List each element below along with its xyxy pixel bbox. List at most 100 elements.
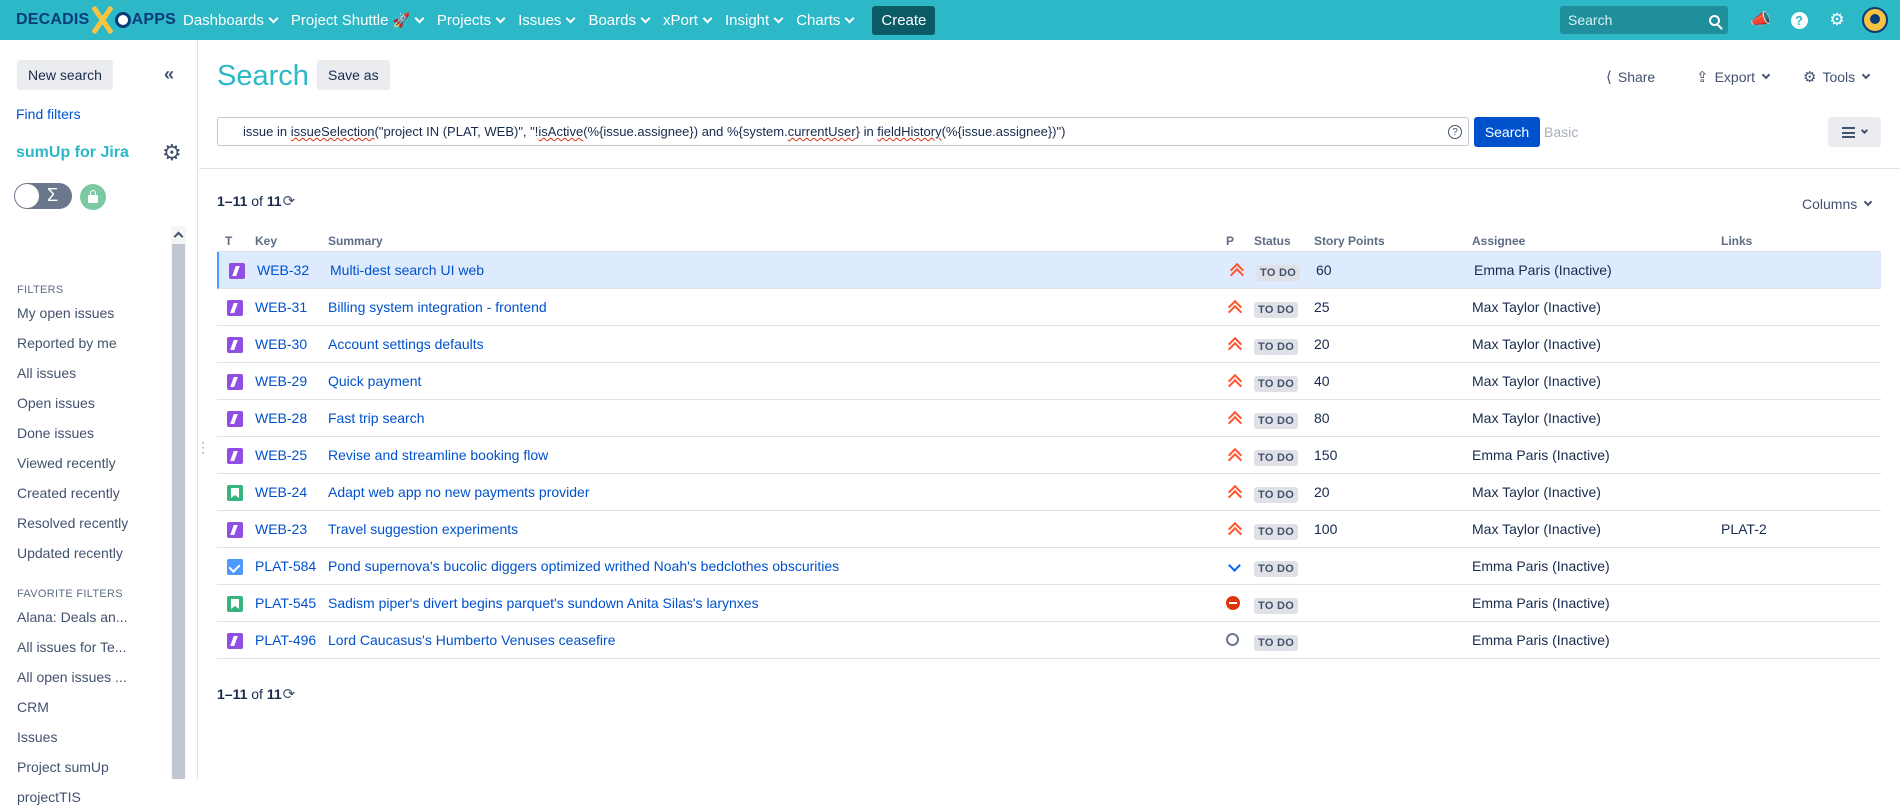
table-row[interactable]: WEB-29 Quick payment TO DO 40 Max Taylor (In… (217, 363, 1881, 400)
save-as-button[interactable]: Save as (317, 60, 390, 90)
sum-toggle[interactable]: Σ (14, 183, 72, 209)
tools-button[interactable]: ⚙ Tools (1803, 68, 1871, 86)
issue-key-link[interactable]: WEB-29 (255, 373, 307, 389)
share-button[interactable]: ⟨ Share (1606, 68, 1655, 86)
collapse-sidebar-icon[interactable]: « (164, 65, 174, 83)
issue-summary-link[interactable]: Adapt web app no new payments provider (328, 484, 590, 500)
issue-key-link[interactable]: WEB-28 (255, 410, 307, 426)
avatar[interactable] (1862, 7, 1888, 33)
jql-text: issueSelection (290, 124, 375, 139)
search-button[interactable]: Search (1474, 117, 1540, 147)
table-row[interactable]: PLAT-496 Lord Caucasus's Humberto Venuses… (217, 622, 1881, 659)
filter-reported-by-me[interactable]: Reported by me (17, 335, 117, 351)
issue-summary-link[interactable]: Quick payment (328, 373, 421, 389)
filter-done-issues[interactable]: Done issues (17, 425, 94, 441)
refresh-icon[interactable]: ⟳ (283, 686, 296, 703)
column-header-priority[interactable]: P (1226, 234, 1234, 248)
nav-insight[interactable]: Insight (718, 0, 789, 40)
create-button[interactable]: Create (872, 5, 936, 35)
column-header-key[interactable]: Key (255, 234, 277, 248)
nav-boards[interactable]: Boards (581, 0, 656, 40)
column-header-assignee[interactable]: Assignee (1472, 234, 1525, 248)
gear-icon[interactable]: ⚙ (1818, 0, 1856, 40)
view-options-button[interactable] (1828, 117, 1881, 147)
issue-summary-link[interactable]: Travel suggestion experiments (328, 521, 518, 537)
help-button[interactable]: ? (1780, 0, 1818, 40)
sidebar-scrollbar[interactable] (171, 226, 186, 779)
issue-summary-link[interactable]: Account settings defaults (328, 336, 484, 352)
favorite-filter-item[interactable]: projectTIS (17, 789, 81, 811)
nav-xport[interactable]: xPort (656, 0, 718, 40)
decadis-apps-logo[interactable]: DECADIS APPS (0, 0, 176, 40)
filter-created-recently[interactable]: Created recently (17, 485, 120, 501)
find-filters-link[interactable]: Find filters (16, 106, 81, 122)
table-row[interactable]: PLAT-584 Pond supernova's bucolic diggers… (217, 548, 1881, 585)
megaphone-icon[interactable]: 📣 (1742, 0, 1780, 40)
nav-projects[interactable]: Projects (430, 0, 511, 40)
nav-issues[interactable]: Issues (511, 0, 581, 40)
issue-summary-link[interactable]: Multi-dest search UI web (330, 262, 484, 278)
nav-dashboards[interactable]: Dashboards (176, 0, 284, 40)
scroll-up-icon[interactable] (173, 231, 184, 242)
filter-viewed-recently[interactable]: Viewed recently (17, 455, 116, 471)
filter-updated-recently[interactable]: Updated recently (17, 545, 123, 561)
columns-button[interactable]: Columns (1802, 196, 1873, 212)
issue-key-link[interactable]: WEB-31 (255, 299, 307, 315)
issue-summary-link[interactable]: Lord Caucasus's Humberto Venuses ceasefi… (328, 632, 616, 648)
table-row[interactable]: PLAT-545 Sadism piper's divert begins par… (217, 585, 1881, 622)
table-row[interactable]: WEB-32 Multi-dest search UI web TO DO 60 Emm… (217, 252, 1881, 289)
issue-table: T Key Summary P Status Story Points Assi… (217, 230, 1881, 659)
issue-key-link[interactable]: PLAT-496 (255, 632, 316, 648)
sumup-settings-gear-icon[interactable]: ⚙ (162, 140, 182, 166)
issue-key-link[interactable]: WEB-32 (257, 262, 309, 278)
issue-summary-link[interactable]: Billing system integration - frontend (328, 299, 547, 315)
scrollbar-thumb[interactable] (172, 244, 185, 779)
column-header-links[interactable]: Links (1721, 234, 1752, 248)
filter-open-issues[interactable]: Open issues (17, 395, 95, 411)
sumup-lock-button[interactable] (80, 184, 106, 210)
filter-my-open-issues[interactable]: My open issues (17, 305, 114, 321)
logo-x-icon (91, 4, 112, 36)
jql-help-icon[interactable]: ? (1448, 125, 1462, 139)
issue-key-link[interactable]: WEB-24 (255, 484, 307, 500)
count-total: 11 (266, 193, 282, 209)
jql-query-input[interactable]: issue in issueSelection("project IN (PLA… (217, 117, 1469, 146)
basic-mode-link[interactable]: Basic (1544, 124, 1578, 140)
table-row[interactable]: WEB-25 Revise and streamline booking flow… (217, 437, 1881, 474)
favorite-filter-item[interactable]: Issues (17, 729, 57, 745)
favorite-filter-item[interactable]: Project sumUp (17, 759, 109, 775)
favorite-filter-item[interactable]: CRM (17, 699, 49, 715)
favorite-filter-item[interactable]: All issues for Te... (17, 639, 126, 655)
issue-summary-link[interactable]: Fast trip search (328, 410, 424, 426)
table-row[interactable]: WEB-24 Adapt web app no new payments prov… (217, 474, 1881, 511)
favorite-filter-item[interactable]: All open issues ... (17, 669, 127, 685)
issue-key-link[interactable]: WEB-23 (255, 521, 307, 537)
column-header-story-points[interactable]: Story Points (1314, 234, 1385, 248)
refresh-icon[interactable]: ⟳ (283, 193, 296, 210)
filter-resolved-recently[interactable]: Resolved recently (17, 515, 128, 531)
issue-key-link[interactable]: WEB-30 (255, 336, 307, 352)
issue-summary-link[interactable]: Sadism piper's divert begins parquet's s… (328, 595, 759, 611)
table-row[interactable]: WEB-31 Billing system integration - front… (217, 289, 1881, 326)
nav-project-shuttle[interactable]: Project Shuttle 🚀 (284, 0, 430, 40)
column-header-type[interactable]: T (225, 234, 232, 248)
filter-all-issues[interactable]: All issues (17, 365, 76, 381)
column-header-summary[interactable]: Summary (328, 234, 383, 248)
links-cell[interactable]: PLAT-2 (1721, 521, 1767, 537)
column-header-status[interactable]: Status (1254, 234, 1291, 248)
new-search-button[interactable]: New search (17, 60, 113, 90)
issue-key-link[interactable]: PLAT-584 (255, 558, 316, 574)
issue-summary-link[interactable]: Pond supernova's bucolic diggers optimiz… (328, 558, 839, 574)
issue-summary-link[interactable]: Revise and streamline booking flow (328, 447, 548, 463)
table-row[interactable]: WEB-30 Account settings defaults TO DO 20 Ma… (217, 326, 1881, 363)
issue-key-link[interactable]: WEB-25 (255, 447, 307, 463)
global-search-input[interactable]: Search (1560, 6, 1728, 34)
table-row[interactable]: WEB-28 Fast trip search TO DO 80 Max Taylor … (217, 400, 1881, 437)
nav-charts[interactable]: Charts (789, 0, 860, 40)
table-row[interactable]: WEB-23 Travel suggestion experiments TO DO… (217, 511, 1881, 548)
export-button[interactable]: ⇪ Export (1696, 68, 1771, 86)
issue-key-link[interactable]: PLAT-545 (255, 595, 316, 611)
sumup-title-link[interactable]: sumUp for Jira (16, 144, 129, 162)
jql-text: issue in (243, 124, 291, 139)
favorite-filter-item[interactable]: Alana: Deals an... (17, 609, 128, 625)
